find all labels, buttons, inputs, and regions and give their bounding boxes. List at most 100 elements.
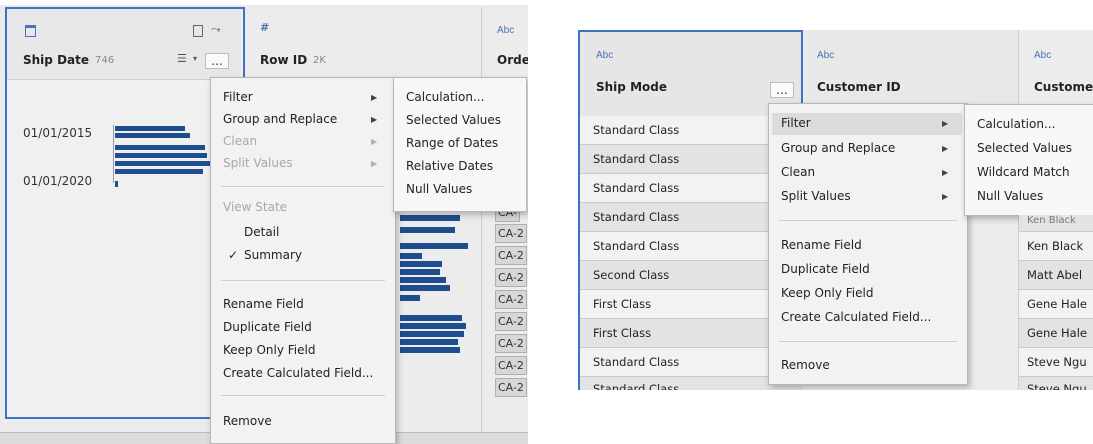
submenu-item-range-of-dates[interactable]: Range of Dates: [406, 136, 498, 150]
menu-item-rename-field[interactable]: Rename Field: [781, 238, 862, 252]
customer-cell: Ken Black: [1027, 239, 1084, 253]
menu-item-split-values[interactable]: Split Values: [781, 189, 851, 203]
ship-mode-type-icon: Abc: [596, 50, 614, 61]
order-cell[interactable]: CA-2: [495, 312, 527, 331]
table-row[interactable]: Steve Ngu: [1019, 348, 1093, 377]
menu-item-duplicate-field[interactable]: Duplicate Field: [223, 320, 312, 334]
histogram-bar[interactable]: [115, 169, 203, 174]
customer-cell: Gene Hale: [1027, 297, 1087, 311]
menu-item-create-calculated-field[interactable]: Create Calculated Field...: [781, 310, 931, 324]
row-id-bar[interactable]: [400, 285, 450, 291]
menu-item-split-values[interactable]: Split Values: [223, 156, 293, 170]
row-id-bar[interactable]: [400, 261, 442, 267]
submenu-item-null-values[interactable]: Null Values: [406, 182, 472, 196]
row-id-bar[interactable]: [400, 227, 455, 233]
row-id-bar[interactable]: [400, 315, 462, 321]
submenu-item-selected-values[interactable]: Selected Values: [977, 141, 1072, 155]
customer-name-label: Custome: [1034, 80, 1093, 94]
menu-item-remove[interactable]: Remove: [781, 358, 830, 372]
ship-mode-cell: Standard Class: [593, 382, 680, 390]
row-id-bar[interactable]: [400, 323, 466, 329]
menu-item-detail[interactable]: Detail: [244, 225, 279, 239]
sort-chevron-icon[interactable]: ▾: [193, 54, 197, 63]
submenu-arrow-icon: ▶: [371, 93, 378, 102]
row-id-count: 2K: [313, 55, 326, 66]
ship-mode-cell: Standard Class: [593, 181, 680, 195]
order-type-icon: Abc: [497, 25, 515, 36]
menu-item-filter[interactable]: Filter: [223, 90, 253, 104]
menu-item-keep-only-field[interactable]: Keep Only Field: [223, 343, 315, 357]
menu-item-filter[interactable]: Filter: [781, 116, 811, 130]
customer-id-type-icon: Abc: [817, 50, 835, 61]
filter-submenu: Calculation... Selected Values Wildcard …: [964, 104, 1093, 216]
ship-date-label: Ship Date: [23, 53, 89, 67]
check-icon: ✓: [228, 248, 239, 262]
submenu-item-calculation[interactable]: Calculation...: [406, 90, 484, 104]
order-cell[interactable]: CA-2: [495, 290, 527, 309]
menu-separator: [221, 280, 385, 281]
menu-separator: [779, 220, 957, 221]
customer-id-label: Customer ID: [817, 80, 901, 94]
submenu-item-relative-dates[interactable]: Relative Dates: [406, 159, 493, 173]
customer-cell: Matt Abel: [1027, 268, 1083, 282]
export-icon[interactable]: [193, 25, 203, 37]
context-menu: Filter ▶ Group and Replace ▶ Clean ▶ Spl…: [210, 77, 396, 444]
ship-mode-cell: Standard Class: [593, 210, 680, 224]
left-screenshot: Ship Date 746 ⤳ ☰ ▾ ... 01/01/2015 01/01…: [0, 5, 528, 444]
view-state-heading: View State: [223, 200, 288, 214]
row-id-bar[interactable]: [400, 339, 458, 345]
table-row[interactable]: Gene Hale: [1019, 319, 1093, 348]
table-row[interactable]: Gene Hale: [1019, 290, 1093, 319]
menu-item-rename-field[interactable]: Rename Field: [223, 297, 304, 311]
sort-icon[interactable]: ☰: [177, 52, 187, 65]
order-cell[interactable]: CA-2: [495, 246, 527, 265]
submenu-item-calculation[interactable]: Calculation...: [977, 117, 1055, 131]
row-id-bar[interactable]: [400, 215, 460, 221]
ship-mode-cell: First Class: [593, 297, 652, 311]
menu-item-summary[interactable]: Summary: [244, 248, 302, 262]
table-row[interactable]: Matt Abel: [1019, 261, 1093, 290]
submenu-item-null-values[interactable]: Null Values: [977, 189, 1043, 203]
menu-item-group-replace[interactable]: Group and Replace: [781, 141, 895, 155]
row-id-bar[interactable]: [400, 253, 422, 259]
ship-mode-cell: Standard Class: [593, 152, 680, 166]
order-cell[interactable]: CA-2: [495, 356, 527, 375]
histogram-bar[interactable]: [115, 145, 205, 150]
order-cell[interactable]: CA-2: [495, 334, 527, 353]
ship-mode-label: Ship Mode: [596, 80, 667, 94]
histogram-bar[interactable]: [115, 126, 185, 131]
submenu-arrow-icon: ▶: [942, 168, 949, 177]
row-id-label: Row ID: [260, 53, 308, 67]
menu-item-duplicate-field[interactable]: Duplicate Field: [781, 262, 870, 276]
submenu-item-wildcard-match[interactable]: Wildcard Match: [977, 165, 1070, 179]
menu-item-clean[interactable]: Clean: [781, 165, 815, 179]
histogram-bar[interactable]: [115, 133, 190, 138]
menu-item-group-replace[interactable]: Group and Replace: [223, 112, 337, 126]
menu-item-clean[interactable]: Clean: [223, 134, 257, 148]
order-cell[interactable]: CA-2: [495, 268, 527, 287]
order-cell[interactable]: CA-2: [495, 378, 527, 397]
table-row[interactable]: Ken Black: [1019, 232, 1093, 261]
recommendation-icon[interactable]: ⤳: [211, 22, 221, 37]
ship-mode-cell: Standard Class: [593, 239, 680, 253]
row-id-bar[interactable]: [400, 331, 464, 337]
menu-item-keep-only-field[interactable]: Keep Only Field: [781, 286, 873, 300]
row-id-bar[interactable]: [400, 347, 460, 353]
order-cell[interactable]: CA-2: [495, 224, 527, 243]
row-id-bar[interactable]: [400, 269, 440, 275]
histogram-bar[interactable]: [115, 153, 207, 158]
table-row[interactable]: Ken Black: [1019, 215, 1093, 232]
filter-submenu: Calculation... Selected Values Range of …: [393, 77, 527, 212]
row-id-bar[interactable]: [400, 277, 446, 283]
more-options-button[interactable]: ...: [770, 82, 794, 98]
right-screenshot: Abc Ship Mode ... Standard Class Standar…: [578, 30, 1093, 390]
more-options-button[interactable]: ...: [205, 53, 229, 69]
table-row[interactable]: Steve Ngu: [1019, 377, 1093, 390]
row-id-bar[interactable]: [400, 295, 420, 301]
row-id-bar[interactable]: [400, 243, 468, 249]
submenu-item-selected-values[interactable]: Selected Values: [406, 113, 501, 127]
histogram-bar[interactable]: [115, 161, 211, 166]
menu-item-remove[interactable]: Remove: [223, 414, 272, 428]
histogram-bar[interactable]: [115, 181, 118, 187]
menu-item-create-calculated-field[interactable]: Create Calculated Field...: [223, 366, 373, 380]
